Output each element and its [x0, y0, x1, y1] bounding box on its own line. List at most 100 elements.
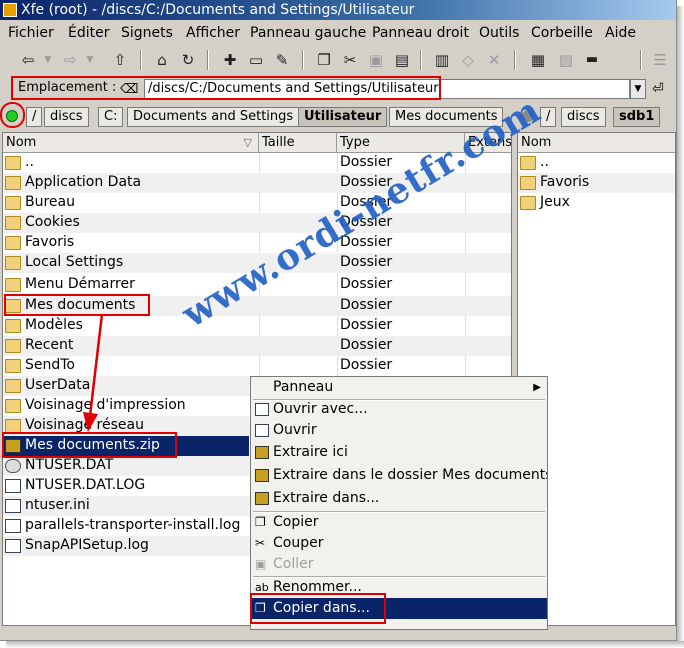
file-name: ntuser.ini — [25, 497, 90, 513]
menu-bar: Fichier Éditer Signets Afficher Panneau … — [0, 22, 676, 44]
refresh-icon[interactable]: ↻ — [178, 50, 198, 70]
menu-item-copier-dans[interactable]: ❐ Copier dans... — [251, 598, 547, 619]
file-row[interactable]: Cookies Dossier — [3, 213, 511, 233]
column-header-nom[interactable]: Nom ▽ — [3, 133, 259, 153]
menu-item-ouvrir[interactable]: Ouvrir — [251, 420, 547, 441]
menu-item-extraire-ici[interactable]: Extraire ici — [251, 442, 547, 463]
file-row[interactable]: Application Data Dossier — [3, 173, 511, 193]
crumb-utilisateur[interactable]: Utilisateur — [298, 107, 388, 127]
folder-icon — [5, 196, 21, 210]
menu-item-copier[interactable]: ❐ Copier — [251, 512, 547, 533]
file-row[interactable]: Local Settings Dossier — [3, 253, 511, 273]
properties-icon[interactable]: ✎ — [272, 50, 292, 70]
restore-icon[interactable]: ◇ — [458, 50, 478, 70]
menu-item-ouvrir-avec[interactable]: Ouvrir avec... — [251, 399, 547, 420]
forward-history-dropdown-icon[interactable]: ▼ — [80, 50, 100, 70]
menu-item-panneau[interactable]: Panneau ▶ — [251, 377, 547, 398]
toolbar-separator — [140, 50, 142, 70]
toolbar-separator — [420, 50, 422, 70]
clipboard-icon[interactable]: ▤ — [392, 50, 412, 70]
menu-panneau-gauche[interactable]: Panneau gauche — [250, 25, 366, 41]
right-crumb-root[interactable]: / — [540, 107, 557, 127]
right-crumb-sdb1[interactable]: sdb1 — [613, 107, 661, 127]
new-file-icon[interactable]: ✚ — [220, 50, 240, 70]
column-header-type[interactable]: Type — [337, 133, 465, 153]
toolbar: ⇦ ▼ ⇨ ▼ ⇧ ⌂ ↻ ✚ ▭ ✎ ❐ ✂ ▣ ▤ ▥ ◇ ✕ ▦ ▧ ▬ … — [0, 46, 676, 74]
file-row[interactable]: .. — [518, 153, 675, 173]
panel-layout-icon[interactable]: ☰ — [650, 50, 670, 70]
crumb-root[interactable]: / — [26, 107, 43, 127]
clear-location-icon[interactable]: ⌫ — [120, 82, 138, 97]
system-file-icon — [5, 459, 21, 473]
file-name: Modèles — [25, 317, 83, 333]
menu-item-more[interactable] — [251, 619, 547, 629]
terminal-icon[interactable]: ▬ — [582, 50, 602, 70]
menu-item-label: Coller — [273, 556, 314, 572]
copy-to-icon: ❐ — [255, 601, 266, 615]
file-type: Dossier — [340, 276, 393, 292]
copy-icon[interactable]: ❐ — [314, 50, 334, 70]
folder-icon — [5, 319, 21, 333]
file-name: NTUSER.DAT — [25, 457, 114, 473]
up-arrow-icon[interactable]: ⇧ — [110, 50, 130, 70]
search-icon[interactable]: ▧ — [556, 50, 576, 70]
menu-signets[interactable]: Signets — [121, 25, 173, 41]
file-row[interactable]: Bureau Dossier — [3, 193, 511, 213]
menu-item-extraire-dans[interactable]: Extraire dans... — [251, 488, 547, 509]
file-row[interactable]: Favoris — [518, 173, 675, 193]
file-row[interactable]: .. Dossier — [3, 153, 511, 173]
file-row-selected[interactable]: Mes documents.zip — [3, 436, 249, 456]
chevron-down-icon[interactable]: ▼ — [630, 79, 646, 99]
home-icon[interactable]: ⌂ — [152, 50, 172, 70]
column-header-extension[interactable]: Extens — [465, 133, 511, 153]
menu-item-coller[interactable]: ▣ Coller — [251, 554, 547, 575]
file-type: Dossier — [340, 174, 393, 190]
file-name: Cookies — [25, 214, 80, 230]
right-crumb-discs[interactable]: discs — [561, 107, 606, 127]
menu-aide[interactable]: Aide — [605, 25, 636, 41]
menu-afficher[interactable]: Afficher — [186, 25, 240, 41]
file-row[interactable]: Jeux — [518, 193, 675, 213]
file-name: Menu Démarrer — [25, 276, 135, 292]
folder-icon — [5, 339, 21, 353]
menu-panneau-droit[interactable]: Panneau droit — [372, 25, 469, 41]
file-name: SnapAPISetup.log — [25, 537, 149, 553]
window-shadow-right — [677, 6, 684, 648]
menu-outils[interactable]: Outils — [479, 25, 519, 41]
new-folder-icon[interactable]: ▭ — [246, 50, 266, 70]
file-name: Local Settings — [25, 254, 124, 270]
title-bar: Xfe (root) - /discs/C:/Documents and Set… — [0, 0, 676, 20]
crumb-documents-and-settings[interactable]: Documents and Settings — [127, 107, 300, 127]
file-row[interactable]: Favoris Dossier — [3, 233, 511, 253]
cut-icon[interactable]: ✂ — [340, 50, 360, 70]
file-row[interactable]: Menu Démarrer Dossier — [3, 275, 511, 295]
menu-fichier[interactable]: Fichier — [8, 25, 54, 41]
parent-folder-icon — [5, 156, 21, 170]
enter-location-icon[interactable]: ⏎ — [652, 81, 664, 97]
back-arrow-icon[interactable]: ⇦ — [18, 50, 38, 70]
trash-icon[interactable]: ▥ — [432, 50, 452, 70]
menu-item-couper[interactable]: ✂ Couper — [251, 533, 547, 554]
paste-icon[interactable]: ▣ — [366, 50, 386, 70]
location-bar: Emplacement : ⌫ /discs/C:/Documents and … — [0, 76, 676, 104]
right-column-header-nom[interactable]: Nom — [518, 133, 675, 153]
menu-editer[interactable]: Éditer — [68, 25, 109, 41]
delete-icon[interactable]: ✕ — [484, 50, 504, 70]
file-type: Dossier — [340, 154, 393, 170]
location-input[interactable]: /discs/C:/Documents and Settings/Utilisa… — [144, 79, 630, 99]
file-name: parallels-transporter-install.log — [25, 517, 241, 533]
file-manager-icon[interactable]: ▦ — [528, 50, 548, 70]
crumb-mes-documents[interactable]: Mes documents — [389, 107, 504, 127]
toolbar-separator — [514, 50, 516, 70]
window-shadow-bottom — [6, 641, 684, 648]
menu-corbeille[interactable]: Corbeille — [531, 25, 593, 41]
crumb-discs[interactable]: discs — [44, 107, 89, 127]
back-history-dropdown-icon[interactable]: ▼ — [38, 50, 58, 70]
file-name: Recent — [25, 337, 74, 353]
zip-file-icon — [5, 439, 21, 453]
forward-arrow-icon[interactable]: ⇨ — [60, 50, 80, 70]
crumb-c[interactable]: C: — [98, 107, 124, 127]
menu-item-extraire-dossier[interactable]: Extraire dans le dossier Mes documents — [251, 465, 547, 486]
column-header-taille[interactable]: Taille — [259, 133, 337, 153]
menu-item-renommer[interactable]: ab Renommer... — [251, 577, 547, 598]
